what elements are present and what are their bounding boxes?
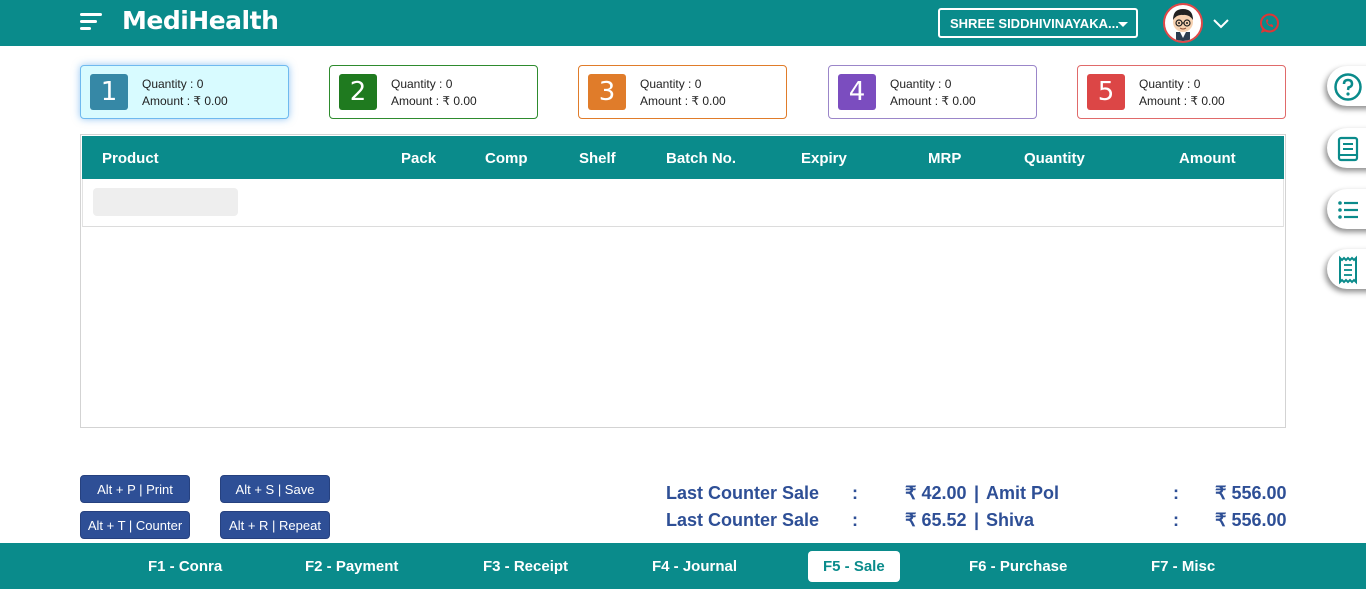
top-bar: MediHealth SHREE SIDDHIVINAYAKA... [0, 0, 1366, 46]
receipt-icon [1339, 255, 1357, 285]
counter-amount: Amount : ₹ 0.00 [142, 94, 228, 108]
counter-number: 5 [1087, 74, 1125, 110]
counter-number: 3 [588, 74, 626, 110]
last-sale-amount: ₹ 65.52 [905, 510, 967, 530]
menu-icon[interactable] [80, 13, 102, 31]
fkey-f6-purchase[interactable]: F6 - Purchase [969, 558, 1067, 575]
last-sale-total: ₹ 556.00 [1215, 483, 1287, 503]
counter-card-3[interactable]: 3 Quantity : 0 Amount : ₹ 0.00 [578, 65, 787, 119]
side-tab-receipt[interactable] [1327, 249, 1366, 289]
last-sale-amount: ₹ 42.00 [905, 483, 967, 503]
column-header-pack[interactable]: Pack [401, 150, 436, 167]
product-grid: Product Pack Comp Shelf Batch No. Expiry… [80, 134, 1286, 428]
help-icon [1334, 73, 1362, 101]
caret-down-icon [1118, 22, 1128, 27]
side-tab-help[interactable] [1327, 66, 1366, 106]
list-icon [1338, 201, 1358, 219]
column-header-mrp[interactable]: MRP [928, 150, 961, 167]
function-key-bar: F1 - Conra F2 - Payment F3 - Receipt F4 … [0, 543, 1366, 589]
avatar[interactable] [1163, 3, 1203, 43]
side-tab-list[interactable] [1327, 189, 1366, 229]
counter-amount: Amount : ₹ 0.00 [391, 94, 477, 108]
column-header-expiry[interactable]: Expiry [801, 150, 847, 167]
side-tab-book[interactable] [1327, 128, 1366, 168]
store-select[interactable]: SHREE SIDDHIVINAYAKA... [938, 8, 1138, 38]
fkey-f2-payment[interactable]: F2 - Payment [305, 558, 398, 575]
last-sale-total: ₹ 556.00 [1215, 510, 1287, 530]
column-header-shelf[interactable]: Shelf [579, 150, 616, 167]
product-input-placeholder[interactable] [93, 188, 238, 216]
last-sale-separator: : [852, 483, 858, 503]
counter-amount: Amount : ₹ 0.00 [640, 94, 726, 108]
last-sale-separator: : [1173, 483, 1179, 503]
counter-card-2[interactable]: 2 Quantity : 0 Amount : ₹ 0.00 [329, 65, 538, 119]
counter-amount: Amount : ₹ 0.00 [1139, 94, 1225, 108]
last-sale-customer: Amit Pol [986, 483, 1060, 503]
fkey-f1-conra[interactable]: F1 - Conra [148, 558, 222, 575]
fkey-f5-sale[interactable]: F5 - Sale [808, 551, 900, 582]
grid-header: Product Pack Comp Shelf Batch No. Expiry… [82, 136, 1284, 179]
counter-quantity: Quantity : 0 [1139, 77, 1201, 91]
counter-quantity: Quantity : 0 [391, 77, 453, 91]
whatsapp-icon[interactable] [1258, 12, 1281, 35]
last-sale-customer: Shiva [986, 510, 1035, 530]
last-sale-separator: : [1173, 510, 1179, 530]
counter-card-5[interactable]: 5 Quantity : 0 Amount : ₹ 0.00 [1077, 65, 1286, 119]
fkey-f7-misc[interactable]: F7 - Misc [1151, 558, 1215, 575]
column-header-product[interactable]: Product [102, 150, 159, 167]
column-header-batch-no[interactable]: Batch No. [666, 150, 736, 167]
column-header-comp[interactable]: Comp [485, 150, 528, 167]
print-button[interactable]: Alt + P | Print [80, 475, 190, 503]
last-sale-label: Last Counter Sale [666, 510, 820, 530]
save-button[interactable]: Alt + S | Save [220, 475, 330, 503]
counter-quantity: Quantity : 0 [142, 77, 204, 91]
counter-card-1[interactable]: 1 Quantity : 0 Amount : ₹ 0.00 [80, 65, 289, 119]
book-icon [1337, 136, 1359, 162]
store-name: SHREE SIDDHIVINAYAKA... [950, 16, 1119, 31]
last-sale-label: Last Counter Sale [666, 483, 820, 503]
chevron-down-icon[interactable] [1211, 13, 1231, 33]
column-header-amount[interactable]: Amount [1179, 150, 1236, 167]
counter-number: 4 [838, 74, 876, 110]
counter-button[interactable]: Alt + T | Counter [80, 511, 190, 539]
fkey-f4-journal[interactable]: F4 - Journal [652, 558, 737, 575]
counter-amount: Amount : ₹ 0.00 [890, 94, 976, 108]
column-header-quantity[interactable]: Quantity [1024, 150, 1085, 167]
counter-card-4[interactable]: 4 Quantity : 0 Amount : ₹ 0.00 [828, 65, 1037, 119]
fkey-f3-receipt[interactable]: F3 - Receipt [483, 558, 568, 575]
table-row[interactable] [82, 179, 1284, 227]
brand-logo: MediHealth [122, 6, 279, 35]
repeat-button[interactable]: Alt + R | Repeat [220, 511, 330, 539]
counter-quantity: Quantity : 0 [640, 77, 702, 91]
last-sale-separator: : [852, 510, 858, 530]
counter-quantity: Quantity : 0 [890, 77, 952, 91]
counter-number: 2 [339, 74, 377, 110]
counter-number: 1 [90, 74, 128, 110]
